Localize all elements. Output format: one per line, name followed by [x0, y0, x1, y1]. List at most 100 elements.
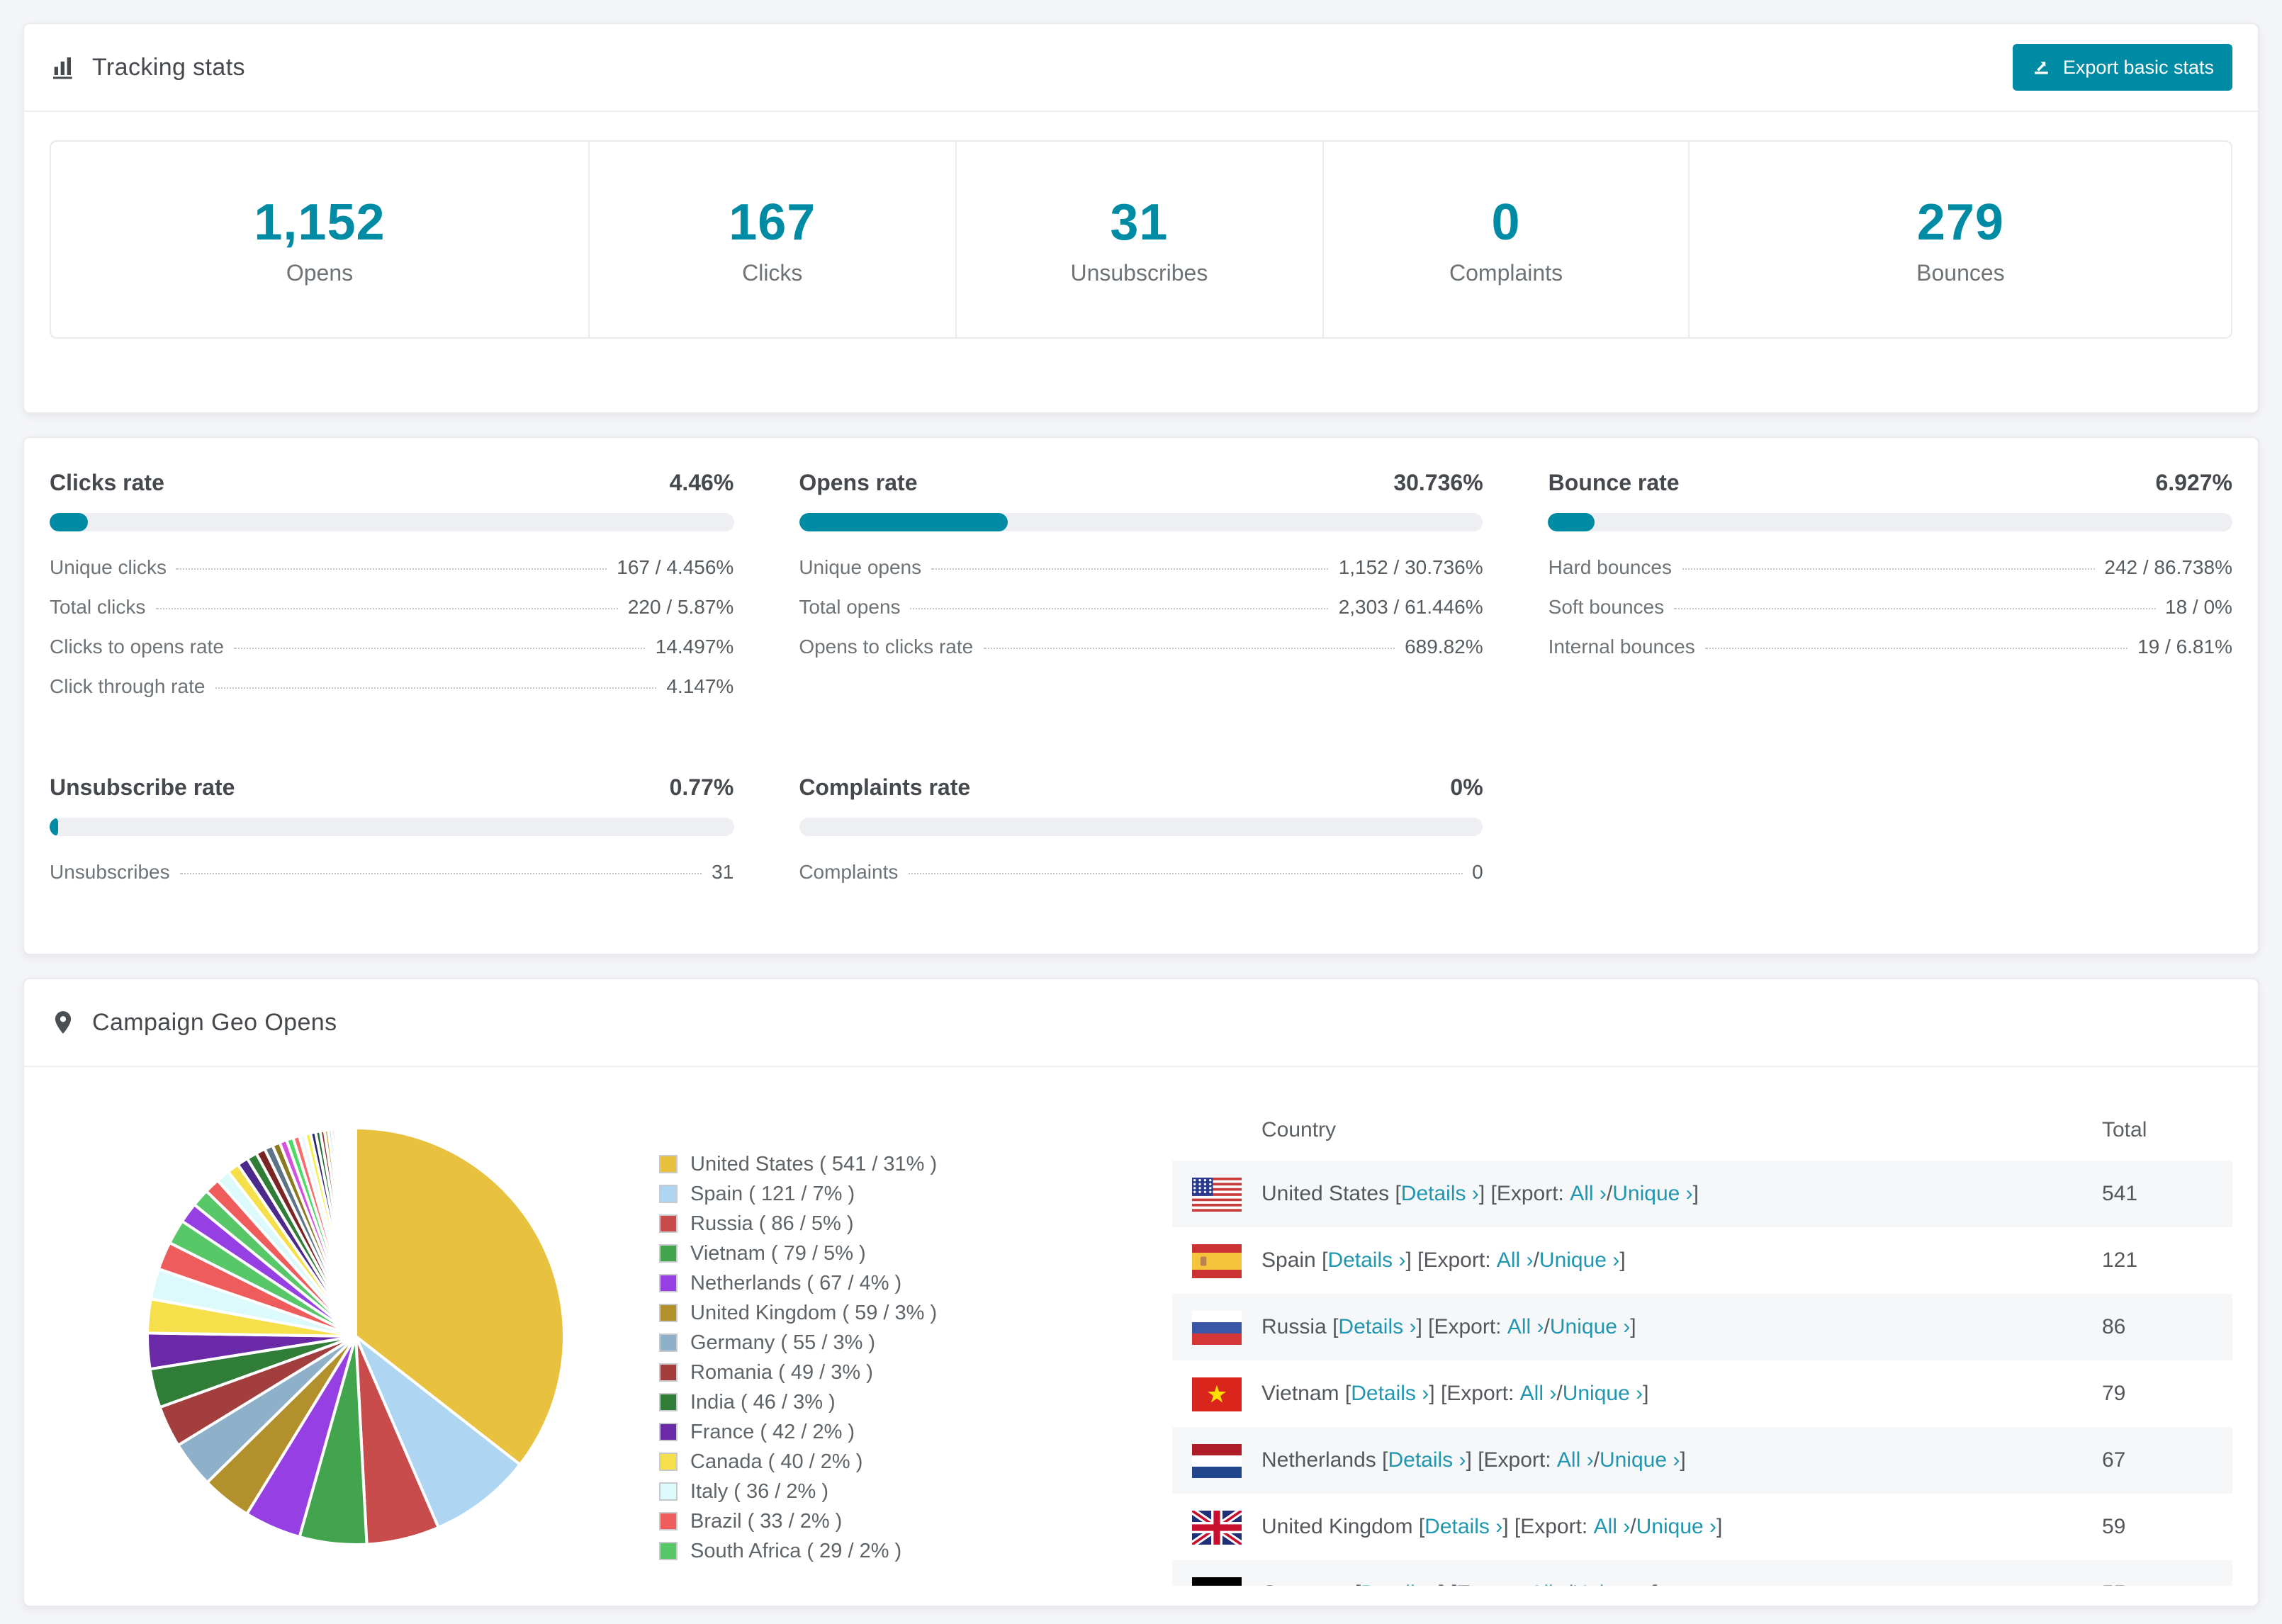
legend-swatch: [659, 1512, 678, 1530]
rate-value: 0%: [1450, 777, 1483, 801]
rate-row: Complaints 0: [799, 860, 1483, 900]
geo-table-row-nl: Netherlands [Details ›] [Export: All › /…: [1172, 1427, 2232, 1494]
summary-section: 1,152 Opens 167 Clicks 31 Unsubscribes 0 Compla…: [24, 112, 2258, 412]
legend-item: Spain ( 121 / 7% ): [659, 1179, 1016, 1209]
geo-table-clip: Country Total United States [Details ›] …: [1172, 1098, 2232, 1586]
flag-gb-icon: [1192, 1510, 1242, 1544]
summary-strip: 1,152 Opens 167 Clicks 31 Unsubscribes 0 Compla…: [50, 140, 2232, 339]
legend-swatch: [659, 1363, 678, 1382]
stat-label: Clicks: [742, 261, 803, 286]
progress-bar: [1548, 513, 2232, 531]
export-unique-link[interactable]: Unique ›: [1636, 1515, 1716, 1539]
rate-row-value: 1,152 / 30.736%: [1338, 556, 1483, 578]
rate-row-value: 0: [1472, 860, 1483, 883]
details-link[interactable]: Details ›: [1327, 1248, 1405, 1273]
dotted-leader: [908, 873, 1463, 874]
legend-swatch: [659, 1333, 678, 1352]
country-total: 121: [2102, 1248, 2138, 1273]
legend-item: Italy ( 36 / 2% ): [659, 1477, 1016, 1506]
country-cell: Spain [Details ›] [Export: All › / Uniqu…: [1172, 1227, 2102, 1294]
country-total: 541: [2102, 1182, 2138, 1206]
export-button-label: Export basic stats: [2062, 57, 2214, 78]
details-link[interactable]: Details ›: [1388, 1448, 1466, 1472]
country-name: Russia: [1261, 1315, 1333, 1339]
flag-de-icon: [1192, 1577, 1242, 1586]
rate-row-label: Total opens: [799, 595, 901, 618]
rate-row: Soft bounces 18 / 0%: [1548, 595, 2232, 635]
country-total: 59: [2102, 1515, 2126, 1539]
export-unique-link[interactable]: Unique ›: [1573, 1581, 1653, 1586]
export-unique-link[interactable]: Unique ›: [1550, 1315, 1630, 1339]
rate-row-value: 18 / 0%: [2165, 595, 2232, 618]
rate-rows: Unique opens 1,152 / 30.736% Total opens 2,…: [799, 556, 1483, 675]
geo-opens-card: Campaign Geo Opens United States ( 541 /…: [23, 978, 2259, 1607]
export-unique-link[interactable]: Unique ›: [1600, 1448, 1680, 1472]
legend-item: United States ( 541 / 31% ): [659, 1149, 1016, 1179]
export-all-link[interactable]: All ›: [1557, 1448, 1594, 1472]
legend-label: India ( 46 / 3% ): [690, 1391, 836, 1414]
geo-table-row-es: Spain [Details ›] [Export: All › / Uniqu…: [1172, 1227, 2232, 1294]
legend-label: Vietnam ( 79 / 5% ): [690, 1242, 866, 1265]
rate-block-opens-rate: Opens rate 30.736% Unique opens 1,152 / 30.…: [799, 472, 1483, 714]
legend-item: United Kingdom ( 59 / 3% ): [659, 1298, 1016, 1328]
geo-table: Country Total United States [Details ›] …: [1172, 1098, 2232, 1586]
country-name: Vietnam: [1261, 1382, 1345, 1406]
rate-value: 4.46%: [669, 472, 734, 496]
geo-table-header-row: Country Total: [1172, 1098, 2232, 1161]
rate-row: Unique clicks 167 / 4.456%: [50, 556, 734, 595]
legend-swatch: [659, 1393, 678, 1411]
rate-row-value: 4.147%: [666, 675, 734, 697]
rate-block-complaints-rate: Complaints rate 0% Complaints 0: [799, 777, 1483, 900]
export-all-link[interactable]: All ›: [1497, 1248, 1534, 1273]
stat-value: 31: [1110, 192, 1169, 250]
legend-item: France ( 42 / 2% ): [659, 1417, 1016, 1447]
dashboard-page: Tracking stats Export basic stats 1,152 O…: [0, 0, 2282, 1624]
legend-swatch: [659, 1423, 678, 1441]
progress-bar-fill: [799, 513, 1008, 531]
rate-row-label: Click through rate: [50, 675, 206, 697]
export-all-link[interactable]: All ›: [1530, 1581, 1567, 1586]
rate-row-label: Unique clicks: [50, 556, 167, 578]
stat-label: Opens: [286, 261, 354, 286]
rates-grid: Clicks rate 4.46% Unique clicks 167 / 4.456…: [50, 472, 2232, 900]
details-link[interactable]: Details ›: [1338, 1315, 1416, 1339]
rate-row-label: Total clicks: [50, 595, 146, 618]
export-all-link[interactable]: All ›: [1570, 1182, 1607, 1206]
details-link[interactable]: Details ›: [1361, 1581, 1439, 1586]
stat-value: 279: [1916, 192, 2004, 250]
rate-value: 30.736%: [1393, 472, 1483, 496]
summary-cell-complaints: 0 Complaints: [1322, 142, 1689, 337]
rate-row-value: 14.497%: [655, 635, 734, 658]
export-unique-link[interactable]: Unique ›: [1539, 1248, 1619, 1273]
dotted-leader: [176, 568, 607, 570]
export-unique-link[interactable]: Unique ›: [1563, 1382, 1643, 1406]
geo-table-row-gb: United Kingdom [Details ›] [Export: All …: [1172, 1494, 2232, 1560]
legend-label: Germany ( 55 / 3% ): [690, 1331, 876, 1354]
details-link[interactable]: Details ›: [1401, 1182, 1479, 1206]
details-link[interactable]: Details ›: [1351, 1382, 1429, 1406]
column-header-total: Total: [2102, 1117, 2147, 1141]
details-link[interactable]: Details ›: [1424, 1515, 1502, 1539]
country-name: United States: [1261, 1182, 1395, 1206]
dotted-leader: [910, 608, 1329, 609]
stat-value: 0: [1491, 192, 1521, 250]
legend-label: Brazil ( 33 / 2% ): [690, 1510, 843, 1533]
rate-row: Click through rate 4.147%: [50, 675, 734, 714]
country-cell: United States [Details ›] [Export: All ›…: [1172, 1161, 2102, 1227]
progress-bar: [50, 513, 734, 531]
export-all-link[interactable]: All ›: [1520, 1382, 1557, 1406]
rate-block-bounce-rate: Bounce rate 6.927% Hard bounces 242 / 86.73…: [1548, 472, 2232, 714]
progress-bar: [799, 513, 1483, 531]
rate-row: Clicks to opens rate 14.497%: [50, 635, 734, 675]
flag-us-icon: [1192, 1177, 1242, 1211]
summary-cell-clicks: 167 Clicks: [588, 142, 955, 337]
rate-row-label: Clicks to opens rate: [50, 635, 224, 658]
export-all-link[interactable]: All ›: [1594, 1515, 1631, 1539]
dotted-leader: [1682, 568, 2095, 570]
legend-swatch: [659, 1542, 678, 1560]
export-all-link[interactable]: All ›: [1507, 1315, 1544, 1339]
export-basic-stats-button[interactable]: Export basic stats: [2013, 44, 2232, 91]
country-cell: Germany [Details ›] [Export: All › / Uni…: [1172, 1560, 2102, 1586]
export-unique-link[interactable]: Unique ›: [1612, 1182, 1692, 1206]
stat-label: Unsubscribes: [1070, 261, 1208, 286]
